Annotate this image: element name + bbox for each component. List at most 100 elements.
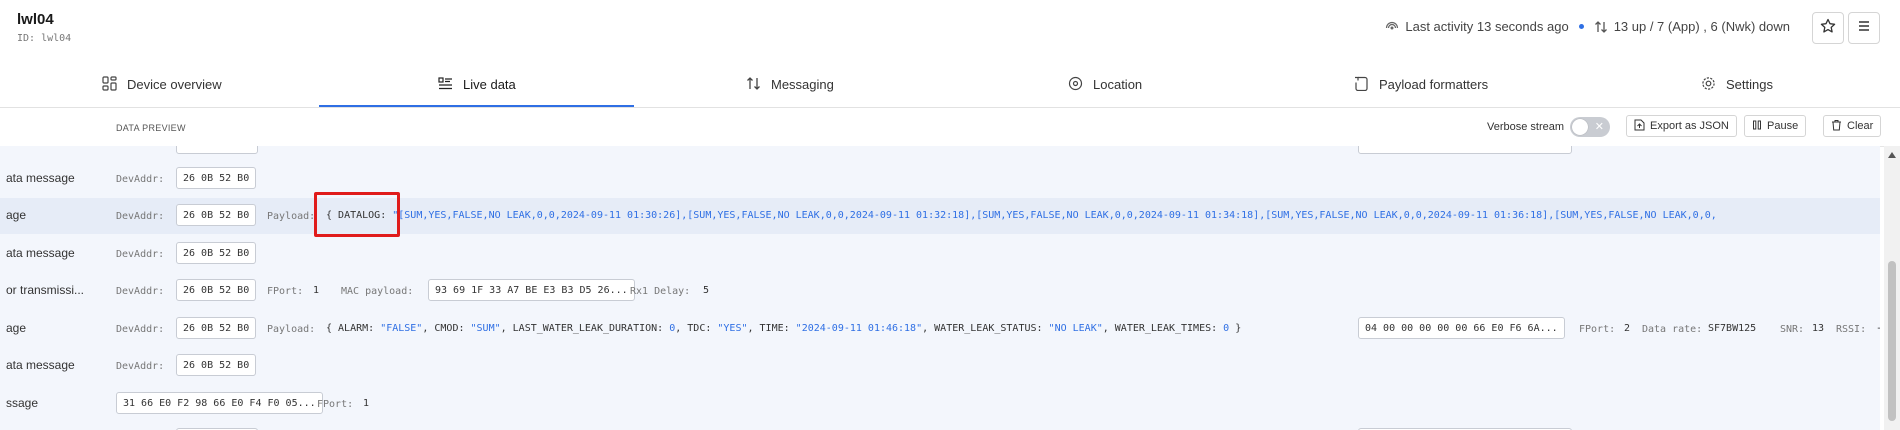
hamburger-icon [1856,18,1872,39]
tab-device-overview[interactable]: Device overview [102,62,222,107]
verbose-stream-toggle[interactable]: ✕ [1570,117,1610,137]
fport-label: FPort: [317,399,354,410]
tab-location[interactable]: Location [1068,62,1142,107]
trash-icon [1831,119,1842,134]
snr-label: SNR: [1780,324,1805,335]
close-icon: ✕ [1594,121,1604,133]
tab-label: Messaging [771,77,834,92]
tab-label: Settings [1726,77,1773,92]
live-dot-icon [1578,24,1584,29]
star-icon [1820,18,1836,39]
clipped-field [1358,146,1572,154]
pin-icon [1068,76,1083,94]
pause-label: Pause [1767,120,1799,132]
raw-payload-value[interactable]: 31 66 E0 F2 98 66 E0 F4 F0 05... [116,392,323,414]
devaddr-value[interactable]: 26 0B 52 B0 [176,242,257,264]
event-row[interactable]: ssage 31 66 E0 F2 98 66 E0 F4 F0 05... F… [0,386,1880,422]
event-row[interactable]: ata message DevAddr: 26 0B 52 B0 [0,348,1880,384]
payload-value: "[SUM,YES,FALSE,NO LEAK,0,0,2024-09-11 0… [392,210,1717,221]
rx1-delay-label: Rx1 Delay: [630,286,691,297]
file-export-icon [1634,119,1645,134]
menu-button[interactable] [1848,12,1880,44]
bookmark-button[interactable] [1812,12,1844,44]
tab-payload-formatters[interactable]: Payload formatters [1354,62,1488,107]
live-data-toolbar: DATA PREVIEW Verbose stream ✕ Export as … [0,108,1900,147]
event-type: ata message [6,171,75,185]
devaddr-label: DevAddr: [116,249,165,260]
tab-live-data[interactable]: Live data [438,62,516,107]
verbose-stream-label: Verbose stream [1487,121,1565,133]
gear-icon [1701,76,1716,94]
export-label: Export as JSON [1650,120,1729,132]
event-type: ata message [6,358,75,372]
event-row[interactable]: ata message DevAddr: 26 0B 52 B0 [0,161,1880,197]
arrows-updown-icon [746,76,761,94]
list-icon [438,76,453,94]
pause-icon [1752,120,1762,133]
devaddr-label: DevAddr: [116,286,165,297]
message-counts-text: 13 up / 7 (App) , 6 (Nwk) down [1613,19,1790,34]
data-rate-value: SF7BW125 [1708,323,1757,334]
event-type: age [6,321,27,335]
raw-payload-value[interactable]: 04 00 00 00 00 00 66 E0 F6 6A... [1358,317,1565,339]
fport-label: FPort: [267,286,304,297]
highlight-annotation-box [314,192,400,237]
snr-value: 13 [1812,323,1825,334]
last-activity-text: Last activity 13 seconds ago [1405,19,1569,34]
active-tab-indicator [319,105,634,107]
decoded-payload: { ALARM: "FALSE", CMOD: "SUM", LAST_WATE… [326,323,1242,334]
event-type: or transmissi... [6,283,85,297]
devaddr-value[interactable]: 26 0B 52 B0 [176,167,257,189]
event-row[interactable]: age DevAddr: 26 0B 52 B0 Payload: { ALAR… [0,311,1880,347]
clipped-field [176,146,258,154]
pause-button[interactable]: Pause [1744,115,1807,137]
tab-settings[interactable]: Settings [1701,62,1773,107]
devaddr-value[interactable]: 26 0B 52 B0 [176,204,257,226]
event-type: age [6,208,27,222]
fport-value: 1 [363,398,370,409]
clear-button[interactable]: Clear [1823,115,1882,137]
device-title: lwl04 [17,11,54,28]
fport-label: FPort: [1579,324,1616,335]
devaddr-label: DevAddr: [116,324,165,335]
tab-messaging[interactable]: Messaging [746,62,834,107]
fport-value: 2 [1624,323,1631,334]
device-id: ID: lwl04 [17,33,72,44]
fport-value: 1 [313,285,320,296]
event-type: ata message [6,246,75,260]
toggle-knob [1572,119,1588,135]
code-icon [1354,76,1369,94]
event-row-highlighted[interactable]: age DevAddr: 26 0B 52 B0 Payload: { DATA… [0,198,1880,234]
tab-label: Device overview [127,77,222,92]
event-row[interactable]: ata message DevAddr: 26 0B 52 B0 [0,236,1880,272]
vertical-scrollbar[interactable] [1884,146,1900,430]
rx1-delay-value: 5 [703,285,710,296]
scroll-up-arrow-icon[interactable] [1888,152,1896,158]
event-row[interactable]: or transmissi... DevAddr: 26 0B 52 B0 FP… [0,273,1880,309]
activity-icon [1385,20,1399,34]
devaddr-value[interactable]: 26 0B 52 B0 [176,354,257,376]
data-preview-header: DATA PREVIEW [116,123,186,133]
device-tabs: Device overview Live data Messaging Loca… [0,62,1900,108]
event-type: ssage [6,396,39,410]
devaddr-value[interactable]: 26 0B 52 B0 [176,317,257,339]
updown-icon [1594,20,1608,34]
device-header: lwl04 ID: lwl04 Last activity 13 seconds… [0,0,1900,58]
scrollbar-thumb[interactable] [1888,261,1896,421]
event-list[interactable]: ata message DevAddr: 26 0B 52 B0 age Dev… [0,146,1880,430]
payload-label: Payload: [267,211,316,222]
grid-icon [102,75,117,94]
device-status: Last activity 13 seconds ago 13 up / 7 (… [1385,19,1790,34]
devaddr-value[interactable]: 26 0B 52 B0 [176,279,257,301]
clear-label: Clear [1847,120,1874,132]
tab-label: Location [1093,77,1143,92]
mac-payload-value[interactable]: 93 69 1F 33 A7 BE E3 B3 D5 26... [428,279,635,301]
payload-label: Payload: [267,324,316,335]
payload-preview: { DATALOG: "[SUM,YES,FALSE,NO LEAK,0,0,2… [326,210,1717,221]
devaddr-label: DevAddr: [116,211,165,222]
mac-payload-label: MAC payload: [341,286,414,297]
export-json-button[interactable]: Export as JSON [1626,115,1737,137]
devaddr-label: DevAddr: [116,361,165,372]
rssi-value: - [1876,323,1880,334]
tab-label: Live data [463,77,516,92]
